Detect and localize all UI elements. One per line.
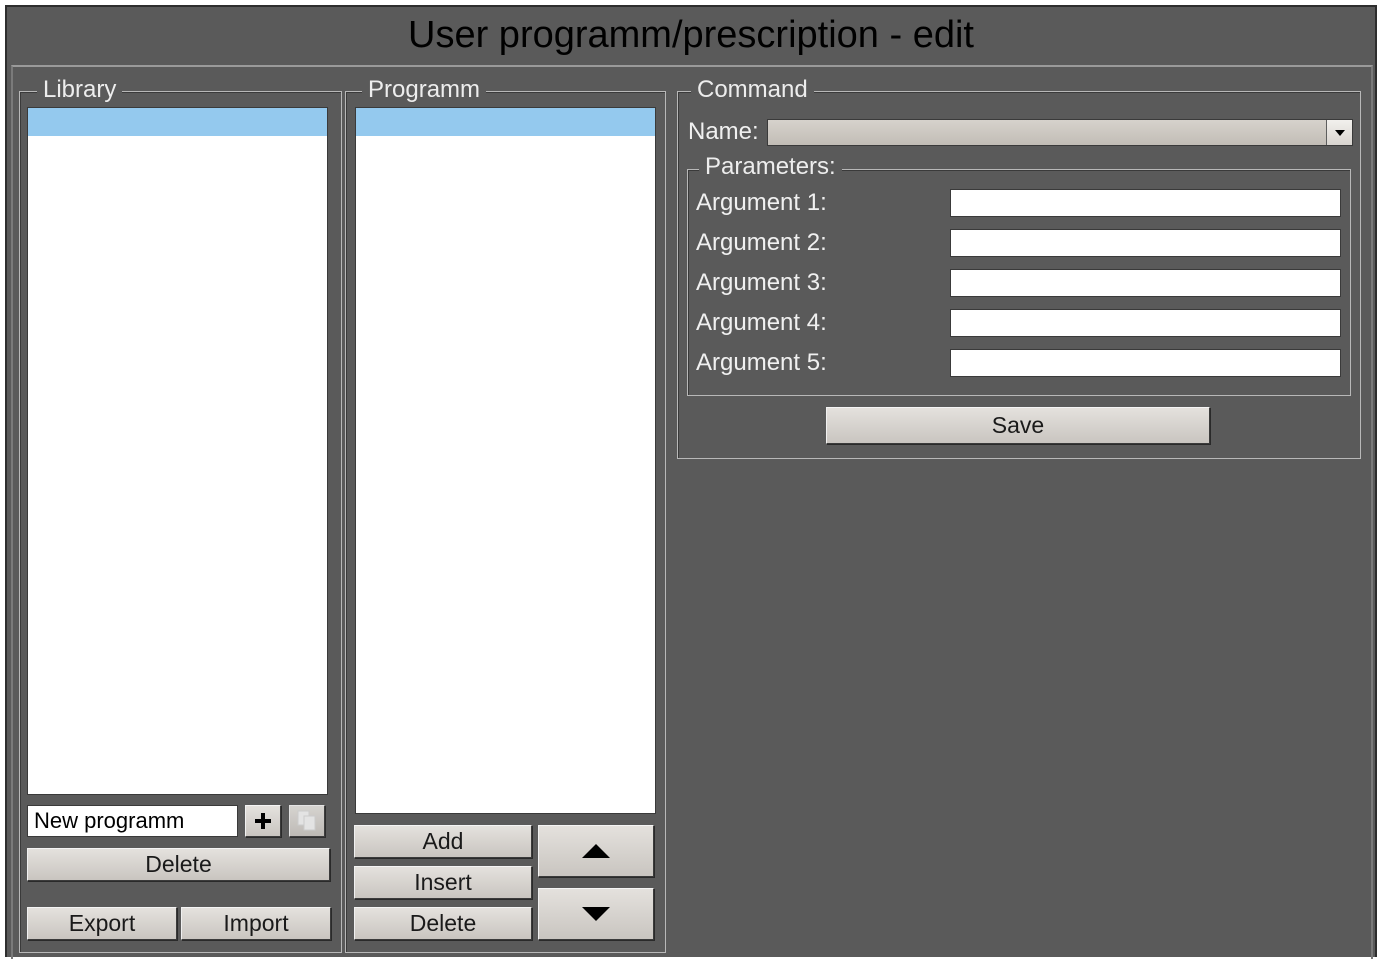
window-title: User programm/prescription - edit: [408, 14, 974, 56]
argument-2-label: Argument 2:: [696, 229, 827, 256]
argument-4-label: Argument 4:: [696, 309, 827, 336]
programm-selected-row[interactable]: [356, 108, 655, 136]
add-programm-button[interactable]: [245, 805, 281, 837]
library-selected-row[interactable]: [28, 108, 327, 136]
library-delete-button[interactable]: Delete: [27, 848, 330, 881]
programm-delete-button[interactable]: Delete: [354, 907, 532, 940]
argument-4-input[interactable]: [950, 309, 1341, 337]
argument-1-label: Argument 1:: [696, 189, 827, 216]
programm-list[interactable]: [355, 107, 656, 814]
library-legend: Library: [37, 77, 123, 103]
plus-icon: [255, 813, 271, 829]
chevron-down-icon: [1334, 129, 1345, 136]
edit-window: User programm/prescription - edit Librar…: [5, 5, 1377, 959]
argument-3-label: Argument 3:: [696, 269, 827, 296]
argument-3-input[interactable]: [950, 269, 1341, 297]
argument-5-input[interactable]: [950, 349, 1341, 377]
programm-add-button[interactable]: Add: [354, 825, 532, 858]
programm-legend: Programm: [362, 77, 487, 103]
move-up-button[interactable]: [538, 825, 654, 877]
parameters-legend: Parameters:: [699, 154, 842, 180]
copy-icon: [297, 810, 316, 831]
save-button[interactable]: Save: [826, 407, 1210, 444]
programm-insert-button[interactable]: Insert: [354, 866, 532, 899]
move-down-button[interactable]: [538, 888, 654, 940]
export-button[interactable]: Export: [27, 907, 177, 940]
command-name-select[interactable]: [767, 119, 1353, 146]
triangle-up-icon: [582, 844, 610, 858]
new-programm-name-input[interactable]: [27, 805, 238, 837]
argument-5-label: Argument 5:: [696, 349, 827, 376]
command-legend: Command: [691, 77, 814, 103]
command-name-dropdown-button[interactable]: [1326, 120, 1352, 145]
command-name-label: Name:: [688, 118, 759, 145]
triangle-down-icon: [582, 907, 610, 921]
import-button[interactable]: Import: [181, 907, 331, 940]
argument-2-input[interactable]: [950, 229, 1341, 257]
argument-1-input[interactable]: [950, 189, 1341, 217]
copy-programm-button[interactable]: [289, 805, 325, 837]
library-list[interactable]: [27, 107, 328, 795]
